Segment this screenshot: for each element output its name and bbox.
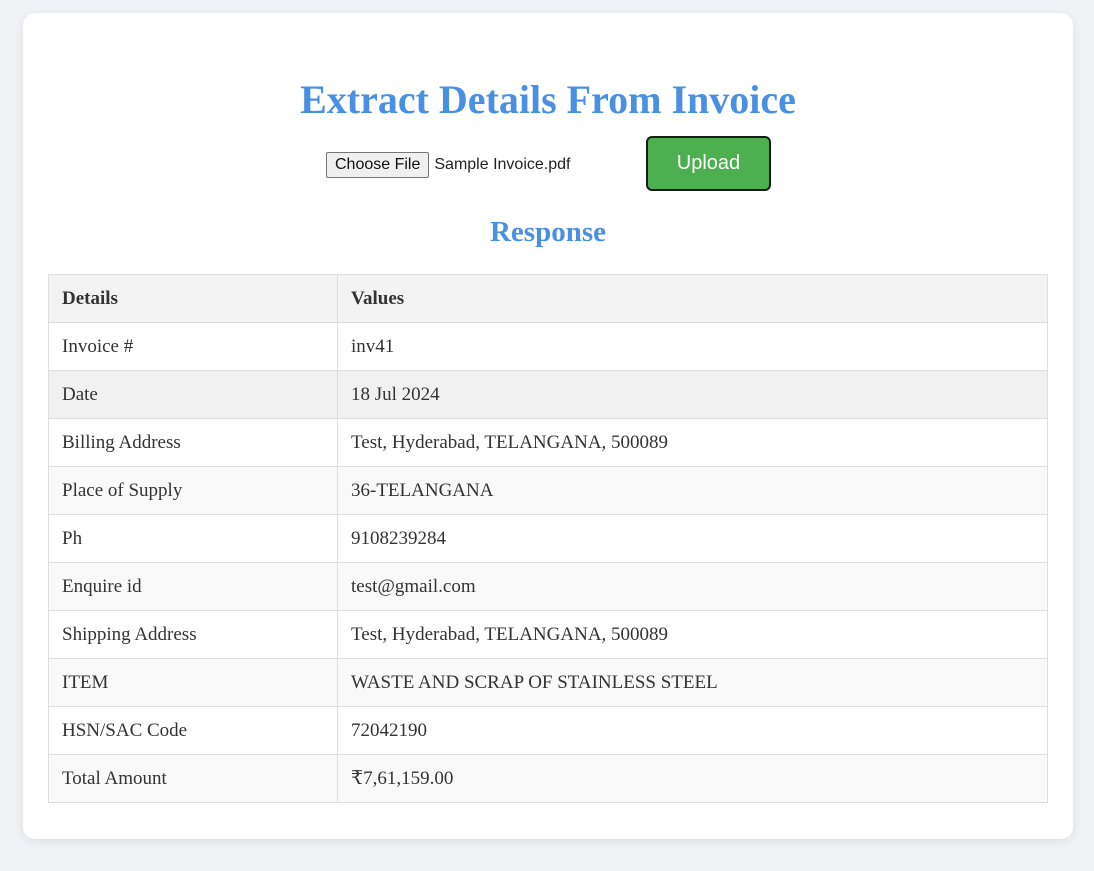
value-cell: WASTE AND SCRAP OF STAINLESS STEEL — [337, 658, 1048, 707]
value-cell: 36-TELANGANA — [337, 466, 1048, 515]
table-row: Enquire id test@gmail.com — [48, 562, 1048, 611]
value-cell: Test, Hyderabad, TELANGANA, 500089 — [337, 418, 1048, 467]
table-header-row: Details Values — [48, 274, 1048, 323]
table-row: Shipping Address Test, Hyderabad, TELANG… — [48, 610, 1048, 659]
details-table: Details Values Invoice # inv41 Date 18 J… — [48, 274, 1048, 803]
table-row: Place of Supply 36-TELANGANA — [48, 466, 1048, 515]
detail-cell: HSN/SAC Code — [48, 706, 338, 755]
table-row: Invoice # inv41 — [48, 322, 1048, 371]
table-row: HSN/SAC Code 72042190 — [48, 706, 1048, 755]
detail-cell: Total Amount — [48, 754, 338, 803]
detail-cell: Ph — [48, 514, 338, 563]
value-cell: 18 Jul 2024 — [337, 370, 1048, 419]
column-header-details: Details — [48, 274, 338, 323]
value-cell: test@gmail.com — [337, 562, 1048, 611]
value-cell: 9108239284 — [337, 514, 1048, 563]
value-cell: inv41 — [337, 322, 1048, 371]
value-cell: Test, Hyderabad, TELANGANA, 500089 — [337, 610, 1048, 659]
detail-cell: Invoice # — [48, 322, 338, 371]
value-cell: ₹7,61,159.00 — [337, 754, 1048, 803]
detail-cell: Place of Supply — [48, 466, 338, 515]
detail-cell: ITEM — [48, 658, 338, 707]
table-row: Billing Address Test, Hyderabad, TELANGA… — [48, 418, 1048, 467]
detail-cell: Shipping Address — [48, 610, 338, 659]
detail-cell: Date — [48, 370, 338, 419]
table-row: Total Amount ₹7,61,159.00 — [48, 754, 1048, 803]
choose-file-button[interactable]: Choose File — [326, 152, 430, 178]
value-cell: 72042190 — [337, 706, 1048, 755]
table-row: Date 18 Jul 2024 — [48, 370, 1048, 419]
main-card: Extract Details From Invoice Choose File… — [23, 13, 1073, 839]
detail-cell: Enquire id — [48, 562, 338, 611]
file-input[interactable]: Choose File Sample Invoice.pdf — [326, 152, 570, 178]
table-row: ITEM WASTE AND SCRAP OF STAINLESS STEEL — [48, 658, 1048, 707]
page-title: Extract Details From Invoice — [300, 77, 796, 122]
selected-file-name: Sample Invoice.pdf — [434, 156, 571, 173]
column-header-values: Values — [337, 274, 1048, 323]
response-title: Response — [489, 216, 606, 248]
table-row: Ph 9108239284 — [48, 514, 1048, 563]
upload-button[interactable]: Upload — [646, 136, 771, 191]
detail-cell: Billing Address — [48, 418, 338, 467]
